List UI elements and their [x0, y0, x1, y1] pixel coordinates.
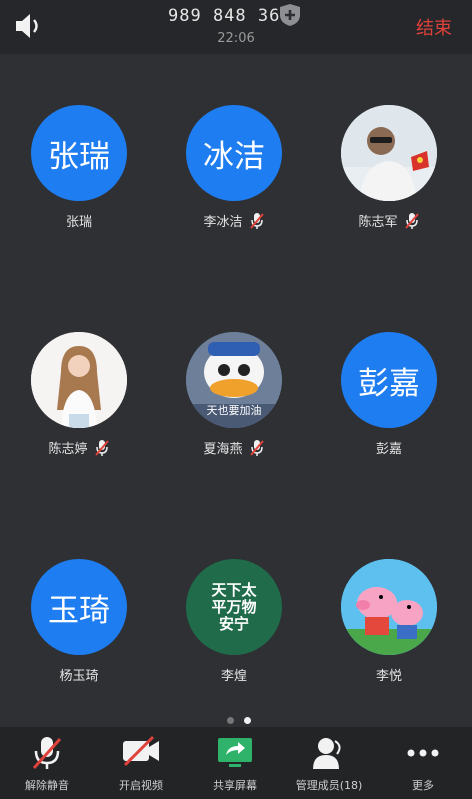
avatar: 张瑞: [31, 105, 127, 201]
avatar: 冰洁: [186, 105, 282, 201]
avatar-photo: [341, 105, 437, 201]
meeting-timer: 22:06: [217, 31, 255, 46]
participant-name: 李煌: [220, 669, 247, 684]
manage-members-label: 管理成员(18): [295, 779, 363, 792]
members-icon: [313, 738, 341, 769]
participant-name: 杨玉琦: [59, 669, 99, 684]
meeting-id[interactable]: 989 848 368: [168, 6, 292, 26]
unmute-button[interactable]: 解除静音: [0, 727, 94, 799]
video-off-icon: [123, 735, 159, 767]
participant-tile[interactable]: 玉琦 杨玉琦: [4, 559, 154, 719]
participant-name: 李冰洁: [203, 215, 243, 230]
mic-muted-icon: [32, 737, 62, 770]
start-video-label: 开启视频: [119, 779, 163, 792]
end-meeting-button[interactable]: 结束: [416, 14, 452, 40]
participant-tile[interactable]: 张瑞 张瑞: [4, 105, 154, 265]
page-dot-active[interactable]: [244, 717, 251, 724]
mic-muted-icon: [404, 212, 419, 229]
participant-tile[interactable]: 陈志婷: [4, 332, 154, 492]
start-video-button[interactable]: 开启视频: [94, 727, 188, 799]
avatar: 彭嘉: [341, 332, 437, 428]
avatar: [341, 105, 437, 201]
avatar: 玉琦: [31, 559, 127, 655]
more-button[interactable]: 更多: [376, 727, 470, 799]
shield-icon[interactable]: [279, 3, 301, 27]
participant-name: 夏海燕: [203, 442, 243, 457]
avatar-caption: 天也要加油: [206, 404, 262, 417]
meeting-header: 989 848 368 22:06 结束: [0, 0, 472, 54]
unmute-label: 解除静音: [25, 779, 69, 792]
participant-tile[interactable]: 彭嘉 彭嘉: [314, 332, 464, 492]
avatar: [341, 559, 437, 655]
participant-name: 陈志婷: [48, 442, 88, 457]
participant-tile[interactable]: 天也要加油 夏海燕: [159, 332, 309, 492]
page-dot[interactable]: [227, 717, 234, 724]
avatar-photo: [31, 332, 127, 428]
participant-name: 彭嘉: [375, 442, 402, 457]
participant-grid: 张瑞 张瑞 冰洁 李冰洁 陈志军 陈志婷 天也要加油 夏海燕 彭嘉 彭嘉 玉琦 …: [0, 54, 472, 700]
participant-name: 李悦: [375, 669, 402, 684]
share-screen-label: 共享屏幕: [213, 779, 257, 792]
participant-name: 张瑞: [65, 215, 92, 230]
mic-muted-icon: [249, 212, 264, 229]
avatar: 天也要加油: [186, 332, 282, 428]
share-screen-button[interactable]: 共享屏幕: [188, 727, 282, 799]
mic-muted-icon: [94, 439, 109, 456]
avatar-calligraphy: 天下太平万物安宁: [211, 580, 257, 633]
page-indicator[interactable]: [222, 709, 256, 728]
avatar: 天下太平万物安宁: [186, 559, 282, 655]
manage-members-button[interactable]: 管理成员(18): [282, 727, 376, 799]
participant-tile[interactable]: 天下太平万物安宁 李煌: [159, 559, 309, 719]
meeting-toolbar: 解除静音 开启视频 共享屏幕 管理成员(18) 更多: [0, 727, 472, 799]
more-icon: [407, 749, 439, 757]
avatar-photo: [341, 559, 437, 655]
avatar: [31, 332, 127, 428]
share-screen-icon: [218, 738, 252, 767]
mic-muted-icon: [249, 439, 264, 456]
participant-tile[interactable]: 陈志军: [314, 105, 464, 265]
participant-tile[interactable]: 李悦: [314, 559, 464, 719]
participant-name: 陈志军: [358, 215, 398, 230]
more-label: 更多: [412, 779, 434, 792]
participant-tile[interactable]: 冰洁 李冰洁: [159, 105, 309, 265]
